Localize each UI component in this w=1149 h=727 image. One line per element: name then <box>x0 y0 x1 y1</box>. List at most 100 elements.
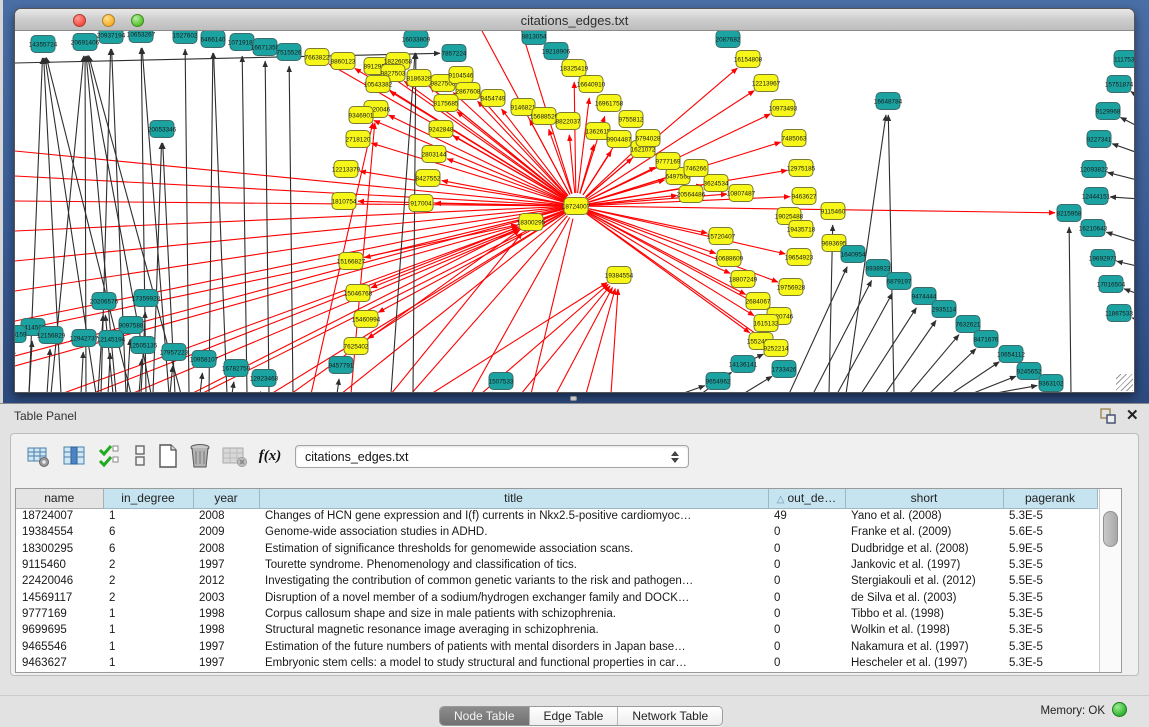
delete-table-button[interactable] <box>187 442 213 470</box>
graph-node[interactable]: 7485063 <box>782 130 807 147</box>
table-cell[interactable]: 1997 <box>193 655 259 671</box>
table-cell[interactable]: 0 <box>768 655 845 671</box>
table-cell[interactable]: 14569117 <box>16 589 103 605</box>
table-cell[interactable]: 1997 <box>193 638 259 654</box>
graph-node[interactable]: 917004 <box>409 195 433 212</box>
graph-node[interactable]: 17359928 <box>132 290 161 307</box>
table-cell[interactable]: 1 <box>103 606 193 622</box>
graph-node[interactable]: 8471676 <box>974 331 999 348</box>
graph-node[interactable]: 1615132 <box>754 315 779 332</box>
graph-node[interactable]: 19218906 <box>542 43 571 60</box>
table-cell[interactable]: 2012 <box>193 573 259 589</box>
graph-node[interactable]: 1810754 <box>332 193 357 210</box>
graph-node[interactable]: 2867608 <box>456 83 481 100</box>
table-cell[interactable]: Dudbridge et al. (2008) <box>845 541 1003 557</box>
table-cell[interactable]: 5.3E-5 <box>1003 557 1097 573</box>
column-header-year[interactable]: year <box>193 489 259 508</box>
table-cell[interactable]: 2008 <box>193 541 259 557</box>
graph-node[interactable]: 7663822 <box>305 49 330 66</box>
graph-node[interactable]: 8427552 <box>416 170 441 187</box>
graph-node[interactable]: 9433159 <box>15 326 27 343</box>
window-resize-grip[interactable] <box>1116 374 1133 391</box>
table-cell[interactable]: Corpus callosum shape and size in male p… <box>259 606 768 622</box>
graph-node[interactable]: 8822037 <box>556 113 581 130</box>
select-column-button[interactable] <box>61 442 87 470</box>
table-cell[interactable]: 0 <box>768 589 845 605</box>
graph-node[interactable]: 9097588 <box>119 317 144 334</box>
table-row[interactable]: 2242004622012Investigating the contribut… <box>16 573 1097 589</box>
table-row[interactable]: 1456911722003Disruption of a novel membe… <box>16 589 1097 605</box>
graph-node[interactable]: 10958107 <box>190 351 219 368</box>
table-cell[interactable]: 1997 <box>193 557 259 573</box>
graph-node[interactable]: 2935114 <box>932 301 957 318</box>
table-cell[interactable]: Estimation of the future numbers of pati… <box>259 638 768 654</box>
graph-node[interactable]: 12213379 <box>332 161 361 178</box>
table-cell[interactable]: 5.3E-5 <box>1003 622 1097 638</box>
column-header-name[interactable]: name <box>16 489 103 508</box>
table-cell[interactable]: 2003 <box>193 589 259 605</box>
table-row[interactable]: 1872400712008Changes of HCN gene express… <box>16 508 1097 524</box>
graph-node[interactable]: 19692971 <box>1089 250 1118 267</box>
table-cell[interactable]: 1998 <box>193 622 259 638</box>
graph-node[interactable]: 10543382 <box>364 76 393 93</box>
table-cell[interactable]: Tourette syndrome. Phenomenology and cla… <box>259 557 768 573</box>
graph-node[interactable]: 12156829 <box>37 327 66 344</box>
graph-node[interactable]: 8175685 <box>434 95 459 112</box>
table-cell[interactable]: Stergiakouli et al. (2012) <box>845 573 1003 589</box>
graph-node[interactable]: 9457791 <box>329 357 354 374</box>
graph-node[interactable]: 19654923 <box>785 249 814 266</box>
table-cell[interactable]: Structural magnetic resonance image aver… <box>259 622 768 638</box>
graph-node[interactable]: 1527602 <box>173 31 198 44</box>
graph-node[interactable]: 16640910 <box>577 76 606 93</box>
table-cell[interactable]: Yano et al. (2008) <box>845 508 1003 524</box>
table-cell[interactable]: 49 <box>768 508 845 524</box>
graph-node[interactable]: 2803144 <box>422 146 447 163</box>
graph-node[interactable]: 3624534 <box>704 175 729 192</box>
table-cell[interactable]: 2008 <box>193 508 259 524</box>
graph-node[interactable]: 9755812 <box>619 111 644 128</box>
table-cell[interactable]: 5.5E-5 <box>1003 573 1097 589</box>
table-cell[interactable]: Changes of HCN gene expression and I(f) … <box>259 508 768 524</box>
import-table-button-disabled[interactable] <box>221 442 247 470</box>
table-cell[interactable]: 5.3E-5 <box>1003 508 1097 524</box>
graph-node[interactable]: 746266 <box>684 160 708 177</box>
graph-node[interactable]: 16671358 <box>251 39 280 56</box>
graph-node[interactable]: 1733426 <box>772 361 797 378</box>
graph-node[interactable]: 9777169 <box>656 153 681 170</box>
table-cell[interactable]: 0 <box>768 606 845 622</box>
table-cell[interactable]: Investigating the contribution of common… <box>259 573 768 589</box>
graph-node[interactable]: 16782759 <box>222 360 251 377</box>
table-selector-dropdown[interactable]: citations_edges.txt <box>295 445 689 468</box>
close-panel-icon[interactable]: ✕ <box>1126 406 1139 424</box>
table-row[interactable]: 911546021997Tourette syndrome. Phenomeno… <box>16 557 1097 573</box>
graph-node[interactable]: 9242848 <box>429 121 454 138</box>
table-cell[interactable]: 5.6E-5 <box>1003 524 1097 540</box>
graph-node[interactable]: 12505135 <box>129 337 158 354</box>
network-view[interactable]: 1435572420691406209371941065326715276026… <box>15 31 1134 392</box>
column-header-pagerank[interactable]: pagerank <box>1003 489 1097 508</box>
graph-node[interactable]: 16033809 <box>402 31 431 48</box>
graph-node[interactable]: 15688520 <box>530 108 559 125</box>
graph-node[interactable]: 12975185 <box>787 160 816 177</box>
graph-node[interactable]: 8454749 <box>481 90 506 107</box>
graph-node[interactable]: 11867533 <box>1105 305 1133 322</box>
graph-node[interactable]: 8860123 <box>331 53 356 70</box>
graph-node[interactable]: 2718120 <box>346 131 371 148</box>
graph-node[interactable]: 6794028 <box>636 130 661 147</box>
graph-node[interactable]: 16154808 <box>734 51 763 68</box>
table-cell[interactable]: 0 <box>768 638 845 654</box>
graph-node[interactable]: 14136141 <box>729 356 758 373</box>
graph-node[interactable]: 18807249 <box>729 271 758 288</box>
graph-node[interactable]: 7625402 <box>344 338 369 355</box>
graph-node[interactable]: 8215958 <box>1057 205 1082 222</box>
graph-node[interactable]: 8813054 <box>522 31 547 45</box>
graph-node[interactable]: 9463627 <box>792 188 817 205</box>
network-window[interactable]: citations_edges.txt 14355724206914062093… <box>14 8 1135 393</box>
table-cell[interactable]: 9115460 <box>16 557 103 573</box>
table-cell[interactable]: 0 <box>768 622 845 638</box>
graph-node[interactable]: 9904487 <box>607 131 632 148</box>
graph-node[interactable]: 6879197 <box>887 273 912 290</box>
graph-node[interactable]: 20937194 <box>97 31 126 44</box>
table-cell[interactable]: 0 <box>768 524 845 540</box>
graph-node[interactable]: 7632621 <box>956 316 981 333</box>
